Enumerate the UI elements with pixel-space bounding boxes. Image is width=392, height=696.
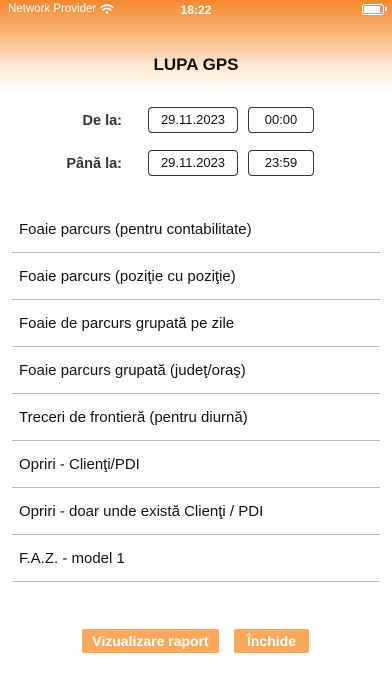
report-item-grouped-days[interactable]: Foaie de parcurs grupată pe zile: [12, 300, 380, 347]
report-item-border-crossings[interactable]: Treceri de frontieră (pentru diurnă): [12, 394, 380, 441]
report-item-position[interactable]: Foaie parcurs (poziţie cu poziţie): [12, 253, 380, 300]
to-label: Până la:: [66, 156, 122, 172]
battery-icon: [362, 4, 387, 15]
report-item-stops-clients[interactable]: Opriri - Clienţi/PDI: [12, 441, 380, 488]
from-label: De la:: [82, 113, 123, 129]
page-title: LUPA GPS: [153, 55, 239, 74]
from-date-field[interactable]: 29.11.2023: [148, 107, 238, 133]
report-item-stops-only-clients[interactable]: Opriri - doar unde există Clienţi / PDI: [12, 488, 380, 535]
status-bar: Network Provider 18:22: [0, 0, 392, 20]
from-time-field[interactable]: 00:00: [248, 107, 314, 133]
report-item-grouped-county[interactable]: Foaie parcurs grupată (judeţ/oraş): [12, 347, 380, 394]
close-button[interactable]: Închide: [234, 629, 309, 653]
to-date-field[interactable]: 29.11.2023: [148, 150, 238, 176]
report-item-accounting[interactable]: Foaie parcurs (pentru contabilitate): [12, 206, 380, 253]
status-time: 18:22: [180, 3, 212, 17]
report-item-faz-model-1[interactable]: F.A.Z. - model 1: [12, 535, 380, 582]
view-report-button[interactable]: Vizualizare raport: [82, 629, 219, 653]
to-time-field[interactable]: 23:59: [248, 150, 314, 176]
report-list: Foaie parcurs (pentru contabilitate) Foa…: [12, 206, 380, 582]
